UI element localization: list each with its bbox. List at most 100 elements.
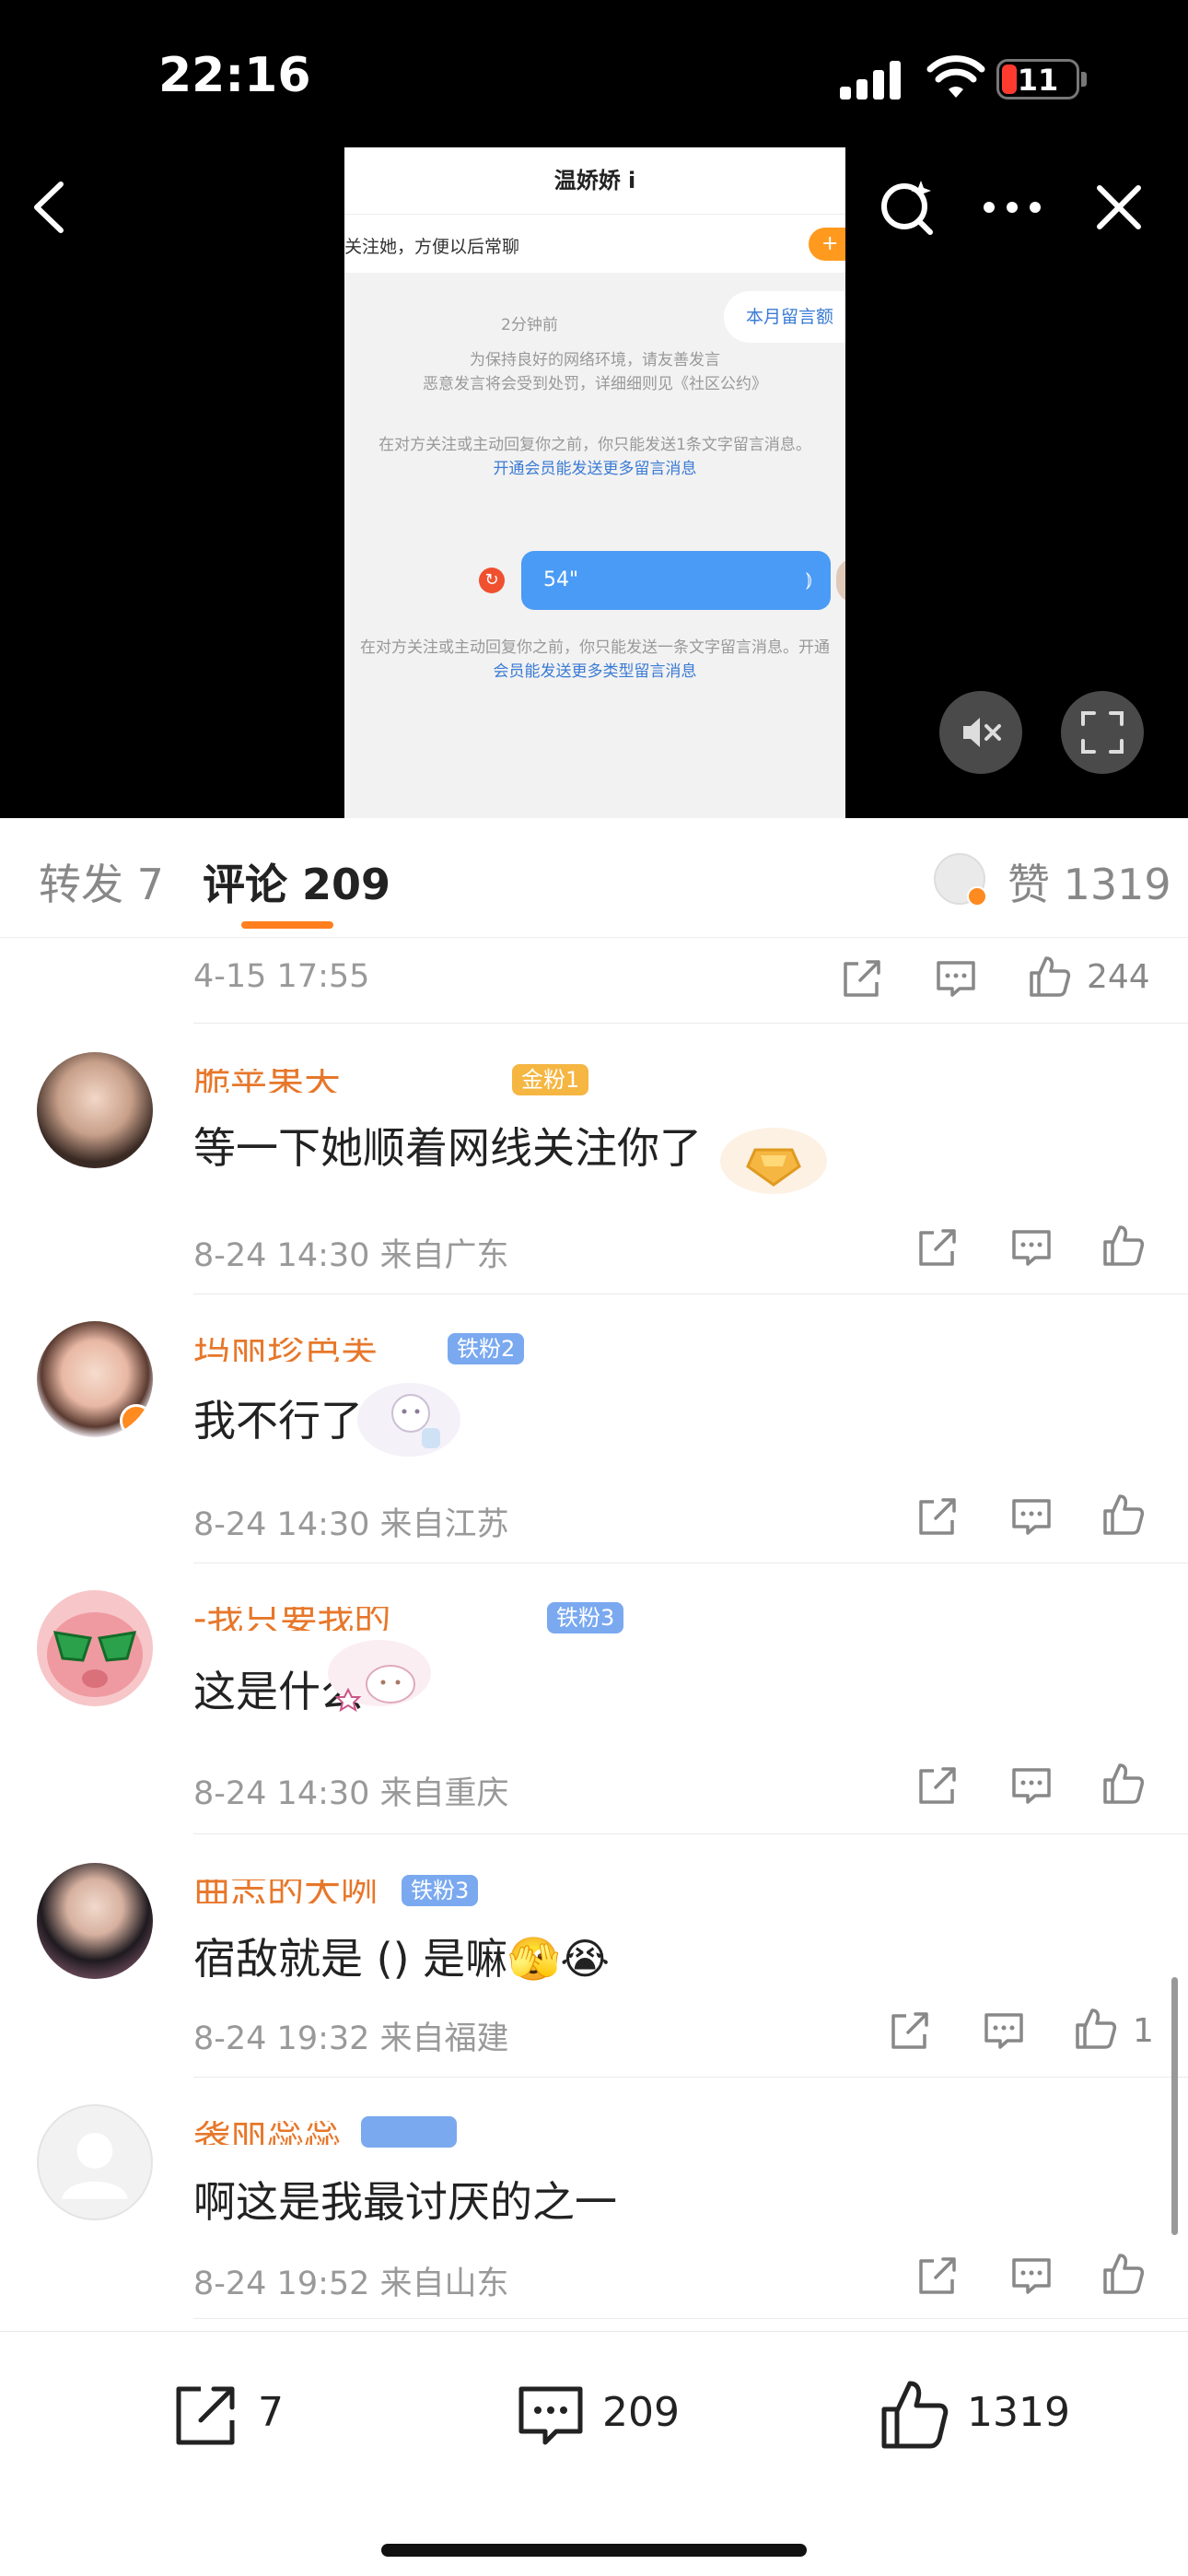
chat-time: 2分钟前	[501, 316, 558, 334]
battery-icon: 11	[996, 59, 1079, 100]
limit2-line-1: 在对方关注或主动回复你之前，你只能发送一条文字留言消息。开通	[360, 638, 830, 657]
chat-header-title: 温娇娇 i	[344, 147, 845, 214]
fullscreen-icon	[1081, 711, 1124, 754]
limit2-line-2: 会员能发送更多类型留言消息	[493, 662, 697, 681]
like-icon[interactable]	[1101, 1224, 1146, 1268]
cat-sticker	[324, 1636, 435, 1719]
like-icon[interactable]	[1101, 2252, 1146, 2296]
thumbs-up-icon	[881, 2381, 949, 2449]
share-icon[interactable]	[915, 1225, 960, 1270]
comment-meta: 8-24 14:30 来自重庆	[193, 1775, 509, 1812]
comment-text: 宿敌就是 () 是嘛🫣😭	[193, 1934, 611, 1984]
sender-avatar	[836, 558, 845, 603]
share-icon[interactable]	[915, 2254, 960, 2298]
comment-meta: 8-24 14:30 来自江苏	[193, 1506, 509, 1543]
fan-badge: 铁粉3	[402, 1875, 479, 1906]
share-icon[interactable]	[915, 1763, 960, 1808]
wifi-icon	[926, 55, 985, 101]
repost-count: 7	[258, 2389, 284, 2436]
like-icon[interactable]	[1101, 1493, 1146, 1537]
default-avatar[interactable]	[37, 2104, 153, 2220]
like-icon[interactable]	[1101, 1762, 1146, 1806]
avatar[interactable]	[37, 1321, 153, 1437]
more-icon[interactable]	[980, 175, 1044, 240]
speaker-muted-icon	[963, 718, 1001, 747]
username[interactable]: 玛丽珍芭芙	[193, 1338, 378, 1362]
like-count: 244	[1087, 958, 1150, 996]
follow-button: +	[809, 228, 845, 261]
divider	[193, 2077, 1188, 2078]
reply-icon[interactable]	[1009, 1494, 1054, 1539]
share-icon[interactable]	[840, 956, 884, 1001]
tab-reposts[interactable]: 转发 7	[39, 851, 164, 912]
tab-comments-count: 209	[302, 860, 391, 909]
search-sparkle-icon[interactable]	[875, 175, 939, 240]
like-total: 1319	[967, 2389, 1070, 2436]
comment-meta: 8-24 19:52 来自山东	[193, 2266, 509, 2302]
like-icon[interactable]	[1074, 2007, 1118, 2051]
reply-icon[interactable]	[1009, 2254, 1054, 2298]
voice-bubble: 54" ⦆	[521, 551, 831, 610]
fan-badge: 金粉1	[512, 1064, 589, 1095]
share-icon[interactable]	[915, 1494, 960, 1539]
limit-line-1: 在对方关注或主动回复你之前，你只能发送1条文字留言消息。	[379, 436, 811, 454]
tab-likes-label: 赞 1319	[1007, 860, 1171, 909]
home-indicator[interactable]	[381, 2544, 807, 2557]
avatar[interactable]	[37, 1590, 153, 1706]
share-icon[interactable]	[888, 2008, 932, 2053]
status-time: 22:16	[158, 48, 311, 103]
comment-text: 我不行了	[193, 1396, 363, 1446]
username[interactable]: 曲志的大咧	[193, 1879, 378, 1903]
fan-badge: 铁粉2	[448, 1333, 525, 1364]
verified-badge	[120, 1404, 153, 1437]
tab-bar: 转发 7 评论 209 赞 1319	[0, 818, 1188, 938]
cellular-signal-icon	[840, 59, 904, 100]
reply-icon[interactable]	[1009, 1763, 1054, 1808]
username[interactable]: 脆苹果天	[193, 1069, 341, 1093]
reply-icon[interactable]	[934, 956, 978, 1001]
comment-meta: 8-24 19:32 来自福建	[193, 2020, 509, 2057]
reply-icon[interactable]	[1009, 1225, 1054, 1270]
mute-button[interactable]	[939, 691, 1022, 774]
notice-line-2: 恶意发言将会受到处罚，详细细则见《社区公约》	[423, 375, 767, 393]
bottom-action-bar: 7 209 1319	[0, 2331, 1188, 2576]
fullscreen-button[interactable]	[1061, 691, 1144, 774]
active-tab-indicator	[241, 921, 333, 929]
voice-duration: 54"	[543, 568, 579, 591]
follow-bar: 关注她，方便以后常聊 +	[344, 214, 845, 273]
cat-sticker	[354, 1378, 464, 1461]
username[interactable]: 袭丽蕊蕊	[193, 2121, 341, 2145]
tab-comments[interactable]: 评论 209	[203, 851, 390, 912]
like-icon[interactable]	[1028, 954, 1072, 999]
divider	[193, 1833, 1188, 1834]
comment-meta: 8-24 14:30 来自广东	[193, 1237, 509, 1274]
username[interactable]: -我只要我的	[193, 1607, 390, 1631]
quota-pill: 本月留言额	[724, 291, 845, 343]
video-player[interactable]: 22:16 11 温娇娇 i 关注她，方便以后常聊 + 2分钟前 本月留言额 为…	[0, 0, 1188, 818]
notice-line-1: 为保持良好的网络环境，请友善发言	[470, 351, 720, 369]
gold-crown-sticker	[718, 1115, 829, 1198]
comment-count: 209	[602, 2389, 680, 2436]
repost-icon	[176, 2386, 235, 2445]
follow-prompt: 关注她，方便以后常聊	[344, 237, 520, 257]
video-frame-screenshot: 温娇娇 i 关注她，方便以后常聊 + 2分钟前 本月留言额 为保持良好的网络环境…	[344, 147, 845, 818]
back-icon[interactable]	[18, 175, 83, 240]
battery-cap	[1081, 72, 1087, 87]
close-icon[interactable]	[1087, 175, 1151, 240]
reply-icon[interactable]	[982, 2008, 1026, 2053]
comment-text: 等一下她顺着网线关注你了	[193, 1123, 702, 1173]
avatar[interactable]	[37, 1052, 153, 1168]
avatar[interactable]	[37, 1863, 153, 1979]
liker-avatar	[934, 853, 987, 907]
limit-line-2: 开通会员能发送更多留言消息	[493, 460, 697, 478]
tab-comments-label: 评论	[203, 860, 287, 909]
like-count: 1	[1133, 2012, 1154, 2050]
fan-badge	[361, 2116, 457, 2148]
comment-icon	[518, 2386, 583, 2445]
scrollbar[interactable]	[1171, 1977, 1178, 2235]
fan-badge: 铁粉3	[547, 1602, 624, 1633]
retry-icon: ↻	[479, 568, 505, 593]
divider	[193, 2318, 1188, 2319]
comment-text: 啊这是我最讨厌的之一	[193, 2177, 617, 2227]
comment-meta: 4-15 17:55	[193, 958, 370, 995]
